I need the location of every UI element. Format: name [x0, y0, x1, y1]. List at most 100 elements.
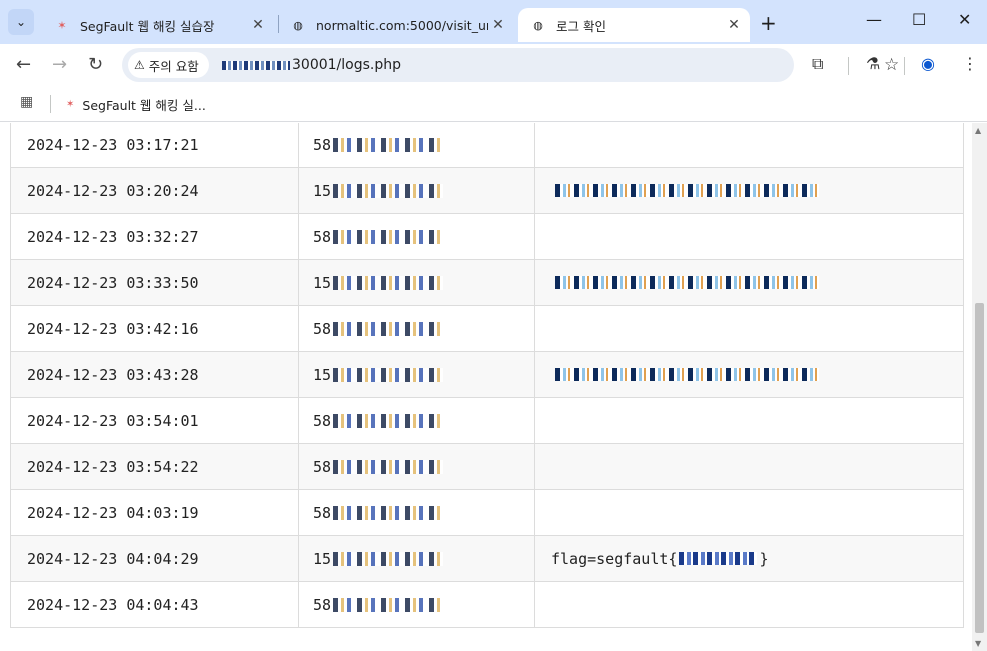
redacted-ip: [333, 183, 444, 198]
security-chip[interactable]: ⚠ 주의 요함: [128, 52, 209, 78]
log-url: [535, 214, 963, 259]
ip-prefix: 58: [313, 503, 332, 522]
reload-button[interactable]: ↻: [88, 54, 103, 75]
scrollbar[interactable]: ▲ ▼: [972, 123, 987, 651]
scroll-down-arrow-icon[interactable]: ▼: [975, 639, 981, 648]
tab-title: 로그 확인: [556, 18, 606, 34]
segfault-logo-icon: ✶: [66, 99, 75, 110]
log-time: 2024-12-23 04:04:29: [11, 536, 299, 581]
tab-segfault[interactable]: ✶ SegFault 웹 해킹 실습장 ✕: [42, 8, 274, 42]
table-row: 2024-12-23 03:32:27 58: [11, 213, 963, 259]
ip-prefix: 58: [313, 457, 332, 476]
redacted-ip: [333, 413, 444, 428]
log-ip: 58: [299, 444, 535, 489]
ip-prefix: 58: [313, 411, 332, 430]
tab-search-button[interactable]: ⌄: [8, 9, 34, 35]
table-row: 2024-12-23 04:03:19 58: [11, 489, 963, 535]
log-ip: 58: [299, 490, 535, 535]
globe-icon: ◍: [293, 18, 303, 32]
redacted-ip: [333, 367, 444, 382]
log-ip: 58: [299, 123, 535, 167]
ip-prefix: 15: [313, 365, 332, 384]
back-button[interactable]: ←: [16, 54, 31, 75]
log-url: flag=segfault{}: [535, 536, 963, 581]
log-time: 2024-12-23 03:43:28: [11, 352, 299, 397]
log-url: [535, 444, 963, 489]
redacted-ip: [333, 505, 444, 520]
redacted-ip: [333, 137, 444, 152]
log-ip: 58: [299, 214, 535, 259]
url-text[interactable]: 30001/logs.php: [222, 57, 401, 73]
bookmark-segfault[interactable]: ✶ SegFault 웹 해킹 실...: [66, 95, 206, 114]
log-ip: 15: [299, 168, 535, 213]
redacted-ip: [333, 459, 444, 474]
log-time: 2024-12-23 03:42:16: [11, 306, 299, 351]
security-label: 주의 요함: [148, 58, 199, 74]
new-tab-button[interactable]: +: [760, 11, 777, 35]
chevron-down-icon: ⌄: [15, 15, 27, 29]
tab-title: normaltic.com:5000/visit_url: [316, 17, 488, 33]
redacted-ip: [333, 275, 444, 290]
table-row: 2024-12-23 03:54:22 58: [11, 443, 963, 489]
redacted-url: [555, 276, 819, 289]
table-row: 2024-12-23 03:20:24 15: [11, 167, 963, 213]
scroll-up-arrow-icon[interactable]: ▲: [975, 126, 981, 135]
log-time: 2024-12-23 03:17:21: [11, 123, 299, 167]
close-window-button[interactable]: ✕: [958, 10, 971, 29]
log-url: [535, 398, 963, 443]
profile-icon[interactable]: ◉: [921, 54, 935, 73]
flag-text: flag=segfault{: [551, 549, 678, 568]
table-row: 2024-12-23 03:43:28 15: [11, 351, 963, 397]
warning-icon: ⚠: [134, 58, 145, 72]
table-row: 2024-12-23 04:04:29 15 flag=segfault{}: [11, 535, 963, 581]
extensions-icon[interactable]: ⧉: [812, 54, 823, 74]
close-icon[interactable]: ✕: [724, 17, 744, 33]
log-url: [535, 490, 963, 535]
page-content: 2024-12-23 03:17:21 58 2024-12-23 03:20:24…: [0, 123, 972, 651]
table-row: 2024-12-23 04:04:43 58: [11, 581, 963, 627]
close-icon[interactable]: ✕: [488, 17, 508, 33]
table-row: 2024-12-23 03:42:16 58: [11, 305, 963, 351]
tab-logs[interactable]: ◍ 로그 확인 ✕: [518, 8, 750, 42]
redacted-ip: [333, 597, 444, 612]
redacted-url: [555, 184, 819, 197]
redacted-ip: [333, 321, 444, 336]
tab-title: SegFault 웹 해킹 실습장: [80, 18, 215, 34]
address-bar[interactable]: ⚠ 주의 요함 30001/logs.php ☆: [122, 48, 899, 82]
segfault-logo-icon: ✶: [57, 18, 67, 32]
tab-visit-url[interactable]: ◍ normaltic.com:5000/visit_url ✕: [278, 8, 514, 42]
redacted-url: [555, 368, 819, 381]
browser-toolbar: ← → ↻ ⚠ 주의 요함 30001/logs.php ☆ ⧉ ⚗ ◉ ⋮: [0, 44, 987, 86]
log-url: [535, 260, 963, 305]
labs-flask-icon[interactable]: ⚗: [866, 54, 880, 73]
ip-prefix: 58: [313, 227, 332, 246]
flag-close: }: [759, 549, 769, 568]
menu-kebab-icon[interactable]: ⋮: [962, 54, 978, 73]
log-time: 2024-12-23 03:32:27: [11, 214, 299, 259]
maximize-button[interactable]: ☐: [912, 10, 926, 29]
scrollbar-thumb[interactable]: [975, 303, 984, 633]
log-time: 2024-12-23 03:54:01: [11, 398, 299, 443]
log-time: 2024-12-23 04:04:43: [11, 582, 299, 627]
log-ip: 58: [299, 306, 535, 351]
table-row: 2024-12-23 03:33:50 15: [11, 259, 963, 305]
logs-table: 2024-12-23 03:17:21 58 2024-12-23 03:20:24…: [10, 123, 964, 628]
log-ip: 58: [299, 582, 535, 627]
tab-strip: ⌄ ✶ SegFault 웹 해킹 실습장 ✕ ◍ normaltic.com:…: [0, 0, 987, 44]
log-time: 2024-12-23 03:20:24: [11, 168, 299, 213]
table-row: 2024-12-23 03:17:21 58: [11, 123, 963, 167]
close-icon[interactable]: ✕: [248, 17, 268, 33]
ip-prefix: 58: [313, 319, 332, 338]
forward-button[interactable]: →: [52, 54, 67, 75]
apps-grid-icon[interactable]: ▦: [20, 94, 33, 110]
log-url: [535, 352, 963, 397]
log-ip: 15: [299, 260, 535, 305]
log-time: 2024-12-23 04:03:19: [11, 490, 299, 535]
bookmark-star-icon[interactable]: ☆: [884, 55, 899, 75]
log-ip: 15: [299, 352, 535, 397]
redacted-ip: [333, 551, 444, 566]
minimize-button[interactable]: —: [866, 10, 882, 29]
log-url: [535, 168, 963, 213]
log-time: 2024-12-23 03:54:22: [11, 444, 299, 489]
ip-prefix: 58: [313, 595, 332, 614]
